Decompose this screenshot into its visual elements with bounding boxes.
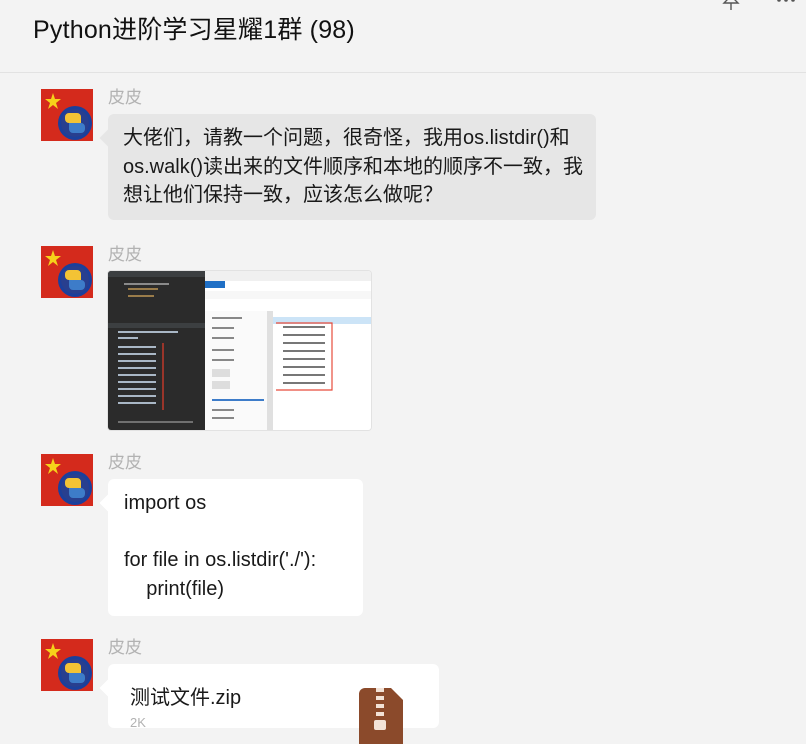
- zip-file-icon: [359, 688, 403, 744]
- image-message[interactable]: [108, 271, 371, 430]
- chat-header: Python进阶学习星耀1群 (98): [0, 0, 806, 73]
- chat-title: Python进阶学习星耀1群 (98): [33, 16, 355, 44]
- avatar[interactable]: [41, 89, 93, 141]
- avatar-python-flag-image: [41, 246, 93, 298]
- sender-name: 皮皮: [108, 638, 142, 657]
- avatar[interactable]: [41, 246, 93, 298]
- message-bubble[interactable]: 大佬们，请教一个问题，很奇怪，我用os.listdir()和os.walk()读…: [108, 114, 596, 220]
- sender-name: 皮皮: [108, 453, 142, 472]
- file-message-card[interactable]: 测试文件.zip 2K: [108, 664, 439, 744]
- code-line: print(file): [124, 577, 225, 600]
- message-text: 大佬们，请教一个问题，很奇怪，我用os.listdir()和os.walk()读…: [123, 127, 584, 206]
- screenshot-thumbnail: [108, 271, 371, 430]
- avatar[interactable]: [41, 639, 93, 691]
- avatar-python-flag-image: [41, 89, 93, 141]
- more-icon[interactable]: [775, 0, 797, 6]
- avatar-python-flag-image: [41, 454, 93, 506]
- pin-icon[interactable]: [720, 0, 742, 10]
- file-name: 测试文件.zip: [130, 687, 242, 709]
- code-line: for file in os.listdir('./'):: [124, 549, 317, 571]
- code-line: import os: [124, 492, 207, 514]
- avatar-python-flag-image: [41, 639, 93, 691]
- avatar[interactable]: [41, 454, 93, 506]
- message-list[interactable]: 皮皮 大佬们，请教一个问题，很奇怪，我用os.listdir()和os.walk…: [0, 73, 806, 744]
- code-message-bubble[interactable]: import os for file in os.listdir('./'): …: [108, 479, 363, 616]
- sender-name: 皮皮: [108, 245, 142, 264]
- sender-name: 皮皮: [108, 88, 142, 107]
